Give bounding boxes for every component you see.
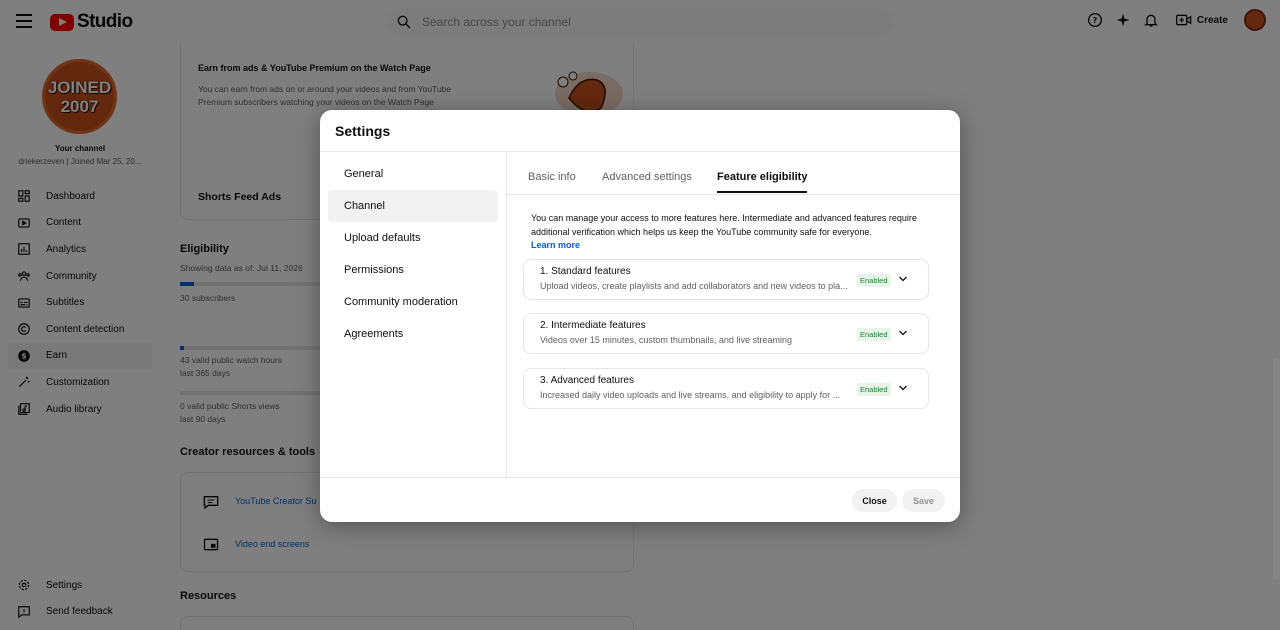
settings-nav-channel[interactable]: Channel <box>328 190 498 222</box>
tab-basic-info[interactable]: Basic info <box>528 171 576 191</box>
intermediate-features-row[interactable]: 2. Intermediate features Videos over 15 … <box>523 313 929 354</box>
enabled-badge: Enabled <box>857 383 891 396</box>
dialog-footer: Close Save <box>320 477 960 522</box>
feature-description: Videos over 15 minutes, custom thumbnail… <box>540 335 792 345</box>
close-button[interactable]: Close <box>852 489 897 512</box>
chevron-down-icon[interactable] <box>897 382 909 394</box>
feature-title: 2. Intermediate features <box>540 320 646 331</box>
settings-nav-upload-defaults[interactable]: Upload defaults <box>328 222 498 254</box>
chevron-down-icon[interactable] <box>897 327 909 339</box>
standard-features-row[interactable]: 1. Standard features Upload videos, crea… <box>523 259 929 300</box>
settings-nav-general[interactable]: General <box>328 158 498 190</box>
tab-feature-eligibility[interactable]: Feature eligibility <box>717 171 808 193</box>
feature-title: 1. Standard features <box>540 266 631 277</box>
feature-title: 3. Advanced features <box>540 375 634 386</box>
page-scrollbar[interactable] <box>1273 358 1280 580</box>
settings-nav-permissions[interactable]: Permissions <box>328 254 498 286</box>
learn-more-link[interactable]: Learn more <box>531 239 931 253</box>
enabled-badge: Enabled <box>857 328 891 341</box>
settings-nav-agreements[interactable]: Agreements <box>328 318 498 350</box>
tab-advanced-settings[interactable]: Advanced settings <box>602 171 692 191</box>
settings-nav: General Channel Upload defaults Permissi… <box>320 152 507 477</box>
channel-settings-panel: Basic info Advanced settings Feature eli… <box>507 152 960 477</box>
settings-dialog: Settings General Channel Upload defaults… <box>320 110 960 522</box>
enabled-badge: Enabled <box>857 274 891 287</box>
advanced-features-row[interactable]: 3. Advanced features Increased daily vid… <box>523 368 929 409</box>
dialog-title: Settings <box>335 123 391 139</box>
feature-eligibility-intro: You can manage your access to more featu… <box>531 212 931 253</box>
intro-text: You can manage your access to more featu… <box>531 213 917 237</box>
chevron-down-icon[interactable] <box>897 273 909 285</box>
feature-description: Upload videos, create playlists and add … <box>540 281 848 291</box>
channel-tabs: Basic info Advanced settings Feature eli… <box>507 152 960 195</box>
save-button[interactable]: Save <box>902 489 945 512</box>
dialog-header: Settings <box>320 110 960 152</box>
feature-description: Increased daily video uploads and live s… <box>540 390 841 400</box>
settings-nav-community-moderation[interactable]: Community moderation <box>328 286 498 318</box>
